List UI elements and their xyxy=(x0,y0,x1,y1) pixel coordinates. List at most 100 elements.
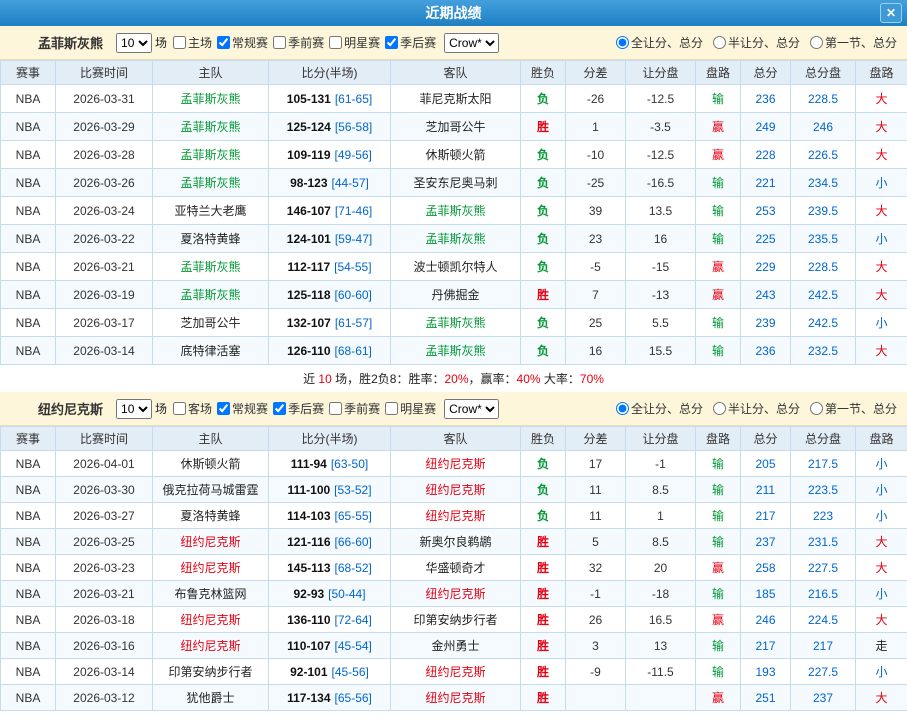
total-points-cell: 249 xyxy=(740,112,791,141)
score-cell: 136-110 [72-64] xyxy=(268,606,391,633)
win-loss-cell: 负 xyxy=(520,502,566,529)
bookmaker-select[interactable]: Crow* xyxy=(444,398,500,419)
odds-type-option[interactable]: 第一节、总分 xyxy=(809,34,897,51)
handicap-result-cell: 赢 xyxy=(695,112,741,141)
filter-option[interactable]: 明星赛 xyxy=(329,34,380,51)
odds-type-radio[interactable] xyxy=(712,402,726,415)
home-team-name: 犹他爵士 xyxy=(186,691,235,705)
handicap-line-cell: 8.5 xyxy=(625,476,696,503)
score-cell: 112-117 [54-55] xyxy=(268,252,391,281)
filter-option[interactable]: 常规赛 xyxy=(217,400,268,417)
total-line-cell: 242.5 xyxy=(790,280,856,309)
total-points-cell: 236 xyxy=(740,336,791,365)
score-cell: 114-103 [65-55] xyxy=(268,502,391,529)
column-header: 盘路 xyxy=(855,426,907,451)
handicap-line-cell: 13.5 xyxy=(625,196,696,225)
filter-bar: 纽约尼克斯 10 场 客场 常规赛 季后赛 季前赛 明星赛 Crow* 全让分、总分 半让… xyxy=(0,392,907,426)
away-team-cell: 纽约尼克斯 xyxy=(390,502,521,529)
summary-segment: 10 xyxy=(318,371,332,386)
away-team-name: 印第安纳步行者 xyxy=(413,613,498,627)
score-cell: 92-93 [50-44] xyxy=(268,580,391,607)
over-under-cell: 小 xyxy=(855,308,907,337)
filter-option[interactable]: 主场 xyxy=(173,34,212,51)
over-under-cell: 小 xyxy=(855,450,907,477)
away-team-cell: 金州勇士 xyxy=(390,632,521,659)
column-header: 比赛时间 xyxy=(55,60,153,85)
odds-type-option[interactable]: 半让分、总分 xyxy=(712,34,800,51)
filter-option[interactable]: 常规赛 xyxy=(217,34,268,51)
half-score: [65-56] xyxy=(334,690,372,705)
total-line-cell: 231.5 xyxy=(790,528,856,555)
filter-checkbox[interactable] xyxy=(329,36,343,49)
filter-checkbox[interactable] xyxy=(385,36,399,49)
filter-option[interactable]: 季后赛 xyxy=(385,34,436,51)
column-header: 客队 xyxy=(390,60,521,85)
point-diff-cell: 11 xyxy=(565,502,626,529)
game-row: NBA 2026-04-01 休斯顿火箭 111-94 [63-50] 纽约尼克斯 负 17-… xyxy=(0,450,907,477)
home-team-name: 孟菲斯灰熊 xyxy=(180,176,241,190)
filter-option[interactable]: 客场 xyxy=(173,400,212,417)
game-row: NBA 2026-03-28 孟菲斯灰熊 109-119 [49-56] 休斯顿火箭负 -1… xyxy=(0,140,907,169)
total-points-cell: 258 xyxy=(740,554,791,581)
filter-option[interactable]: 明星赛 xyxy=(385,400,436,417)
odds-type-option[interactable]: 半让分、总分 xyxy=(712,400,800,417)
home-team-cell: 亚特兰大老鹰 xyxy=(152,196,269,225)
odds-type-radio[interactable] xyxy=(615,402,629,415)
handicap-result-cell: 赢 xyxy=(695,280,741,309)
half-score: [66-60] xyxy=(334,534,372,549)
filter-checkbox[interactable] xyxy=(273,36,287,49)
home-team-name: 芝加哥公牛 xyxy=(180,316,241,330)
titlebar: 近期战绩 ✕ xyxy=(0,0,907,26)
over-under-cell: 小 xyxy=(855,580,907,607)
odds-type-option[interactable]: 全让分、总分 xyxy=(615,400,703,417)
win-loss-cell: 负 xyxy=(520,196,566,225)
odds-type-option[interactable]: 第一节、总分 xyxy=(809,400,897,417)
home-team-cell: 纽约尼克斯 xyxy=(152,606,269,633)
total-line-cell: 228.5 xyxy=(790,252,856,281)
games-count-select[interactable]: 10 xyxy=(116,398,153,419)
odds-type-label: 半让分、总分 xyxy=(727,402,800,416)
filter-checkbox[interactable] xyxy=(329,402,343,415)
close-icon[interactable]: ✕ xyxy=(880,3,902,23)
home-team-cell: 休斯顿火箭 xyxy=(152,450,269,477)
filter-checkbox[interactable] xyxy=(217,36,231,49)
filter-checkbox[interactable] xyxy=(385,402,399,415)
games-count-select[interactable]: 10 xyxy=(116,32,153,53)
handicap-result-cell: 赢 xyxy=(695,554,741,581)
odds-type-radio[interactable] xyxy=(712,36,726,49)
recent-results-panel: 近期战绩 ✕ 孟菲斯灰熊 10 场 主场 常规赛 季前赛 明星赛 季后赛 Crow* 全… xyxy=(0,0,907,727)
filter-option[interactable]: 季前赛 xyxy=(329,400,380,417)
final-score: 126-110 xyxy=(287,343,331,358)
filter-checkbox[interactable] xyxy=(217,402,231,415)
over-under-cell: 大 xyxy=(855,196,907,225)
column-header: 总分 xyxy=(740,426,791,451)
point-diff-cell: 25 xyxy=(565,308,626,337)
over-under-cell: 小 xyxy=(855,224,907,253)
filter-checkbox[interactable] xyxy=(273,402,287,415)
point-diff-cell: 39 xyxy=(565,196,626,225)
away-team-cell: 孟菲斯灰熊 xyxy=(390,336,521,365)
odds-type-radio[interactable] xyxy=(809,36,823,49)
filter-option[interactable]: 季后赛 xyxy=(273,400,324,417)
game-row: NBA 2026-03-31 孟菲斯灰熊 105-131 [61-65] 菲尼克斯太阳负 -… xyxy=(0,84,907,113)
odds-type-option[interactable]: 全让分、总分 xyxy=(615,34,703,51)
odds-type-radio[interactable] xyxy=(809,402,823,415)
away-team-name: 纽约尼克斯 xyxy=(425,509,486,523)
half-score: [68-61] xyxy=(334,343,372,358)
filter-checkbox[interactable] xyxy=(173,36,187,49)
over-under-cell: 大 xyxy=(855,554,907,581)
filter-option[interactable]: 季前赛 xyxy=(273,34,324,51)
total-line-cell: 227.5 xyxy=(790,554,856,581)
odds-type-label: 第一节、总分 xyxy=(824,36,897,50)
total-points-cell: 221 xyxy=(740,168,791,197)
odds-type-radio[interactable] xyxy=(615,36,629,49)
filter-checkbox[interactable] xyxy=(173,402,187,415)
half-score: [72-64] xyxy=(334,612,372,627)
home-team-cell: 孟菲斯灰熊 xyxy=(152,252,269,281)
bookmaker-select[interactable]: Crow* xyxy=(444,32,500,53)
league-cell: NBA xyxy=(0,528,56,555)
league-cell: NBA xyxy=(0,224,56,253)
column-header: 总分盘 xyxy=(790,426,856,451)
score-cell: 145-113 [68-52] xyxy=(268,554,391,581)
handicap-result-cell: 输 xyxy=(695,580,741,607)
